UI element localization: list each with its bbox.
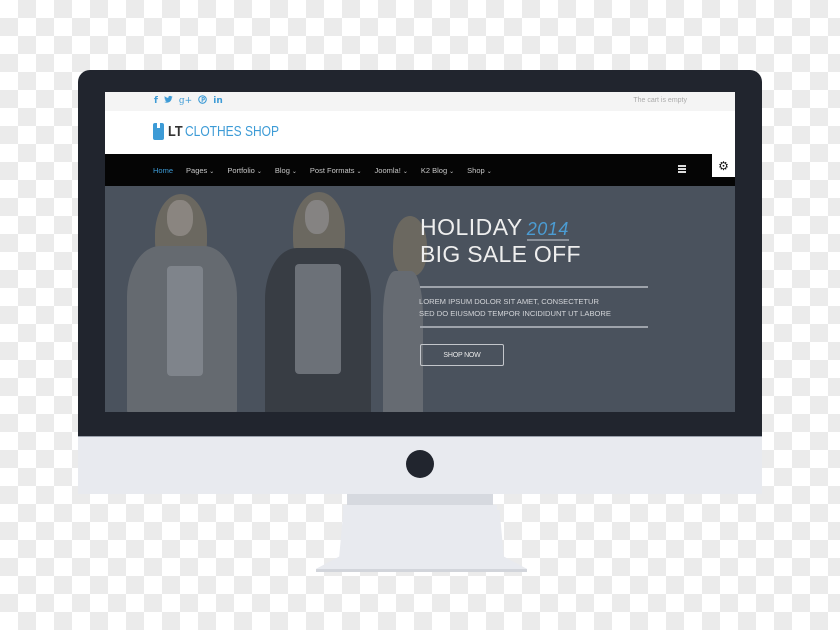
hero-divider-bottom xyxy=(420,326,648,328)
settings-button[interactable]: ⚙ xyxy=(712,154,735,177)
nav-item-label: Portfolio xyxy=(227,165,255,175)
google-plus-icon[interactable]: g+ xyxy=(179,95,192,108)
hero-description: LOREM IPSUM DOLOR SIT AMET, CONSECTETUR … xyxy=(419,297,611,318)
monitor-screen: f g+ in The cart is empty LT CLOTHES SHO… xyxy=(105,92,735,412)
nav-item-home[interactable]: Home xyxy=(153,166,173,175)
shop-now-button[interactable]: SHOP NOW xyxy=(420,344,504,366)
hero-year: 2014 xyxy=(526,219,569,241)
logo-name: CLOTHES SHOP xyxy=(185,123,280,140)
nav-item-k2-blog[interactable]: K2 Blog ⌄ xyxy=(421,166,454,175)
nav-item-label: Post Formats xyxy=(309,165,355,175)
nav-item-portfolio[interactable]: Portfolio ⌄ xyxy=(227,166,262,175)
main-navigation: Home Pages ⌄ Portfolio ⌄ Blog ⌄ Post Formats ⌄ Jo… xyxy=(105,154,735,186)
hero-banner: HOLIDAY 2014 BIG SALE OFF LOREM IPSUM DOL… xyxy=(105,186,735,412)
nav-item-label: Shop xyxy=(467,165,485,175)
chevron-down-icon: ⌄ xyxy=(291,168,297,175)
linkedin-icon[interactable]: in xyxy=(213,95,223,108)
hamburger-icon[interactable] xyxy=(678,165,686,173)
hero-subtitle: BIG SALE OFF xyxy=(420,241,581,267)
chevron-down-icon: ⌄ xyxy=(402,168,408,175)
hero-model-image-2 xyxy=(263,186,373,412)
top-bar: f g+ in The cart is empty xyxy=(105,92,735,111)
social-links: f g+ in xyxy=(154,95,223,108)
nav-item-blog[interactable]: Blog ⌄ xyxy=(275,166,297,175)
nav-item-pages[interactable]: Pages ⌄ xyxy=(186,166,214,175)
monitor-stand-neck xyxy=(347,494,493,505)
nav-item-post-formats[interactable]: Post Formats ⌄ xyxy=(310,166,362,175)
shopping-bag-icon xyxy=(153,123,164,140)
twitter-icon[interactable] xyxy=(164,95,173,108)
nav-item-label: K2 Blog xyxy=(420,165,448,175)
cart-status[interactable]: The cart is empty xyxy=(633,97,687,104)
hero-model-image-1 xyxy=(127,186,237,412)
chevron-down-icon: ⌄ xyxy=(209,168,215,175)
nav-item-joomla[interactable]: Joomla! ⌄ xyxy=(375,166,408,175)
nav-item-label: Joomla! xyxy=(374,165,401,175)
hero-model-image-3 xyxy=(383,216,427,412)
nav-item-shop[interactable]: Shop ⌄ xyxy=(467,166,492,175)
chevron-down-icon: ⌄ xyxy=(449,168,455,175)
hero-title: HOLIDAY 2014 xyxy=(420,214,569,241)
logo-prefix: LT xyxy=(168,123,183,140)
chevron-down-icon: ⌄ xyxy=(256,168,262,175)
chevron-down-icon: ⌄ xyxy=(356,168,362,175)
monitor-button xyxy=(406,450,434,478)
monitor-stand-shadow xyxy=(316,569,527,572)
chevron-down-icon: ⌄ xyxy=(486,168,492,175)
site-logo[interactable]: LT CLOTHES SHOP xyxy=(153,123,303,140)
gear-icon: ⚙ xyxy=(718,158,729,173)
pinterest-icon[interactable] xyxy=(198,95,208,108)
monitor-stand xyxy=(343,505,497,561)
nav-item-label: Home xyxy=(153,165,174,175)
nav-item-label: Pages xyxy=(186,165,208,175)
site-header: LT CLOTHES SHOP xyxy=(105,111,735,154)
hero-divider-top xyxy=(420,286,648,288)
facebook-icon[interactable]: f xyxy=(154,95,158,108)
nav-menu: Home Pages ⌄ Portfolio ⌄ Blog ⌄ Post Formats ⌄ Jo… xyxy=(153,154,492,186)
nav-item-label: Blog xyxy=(274,165,290,175)
